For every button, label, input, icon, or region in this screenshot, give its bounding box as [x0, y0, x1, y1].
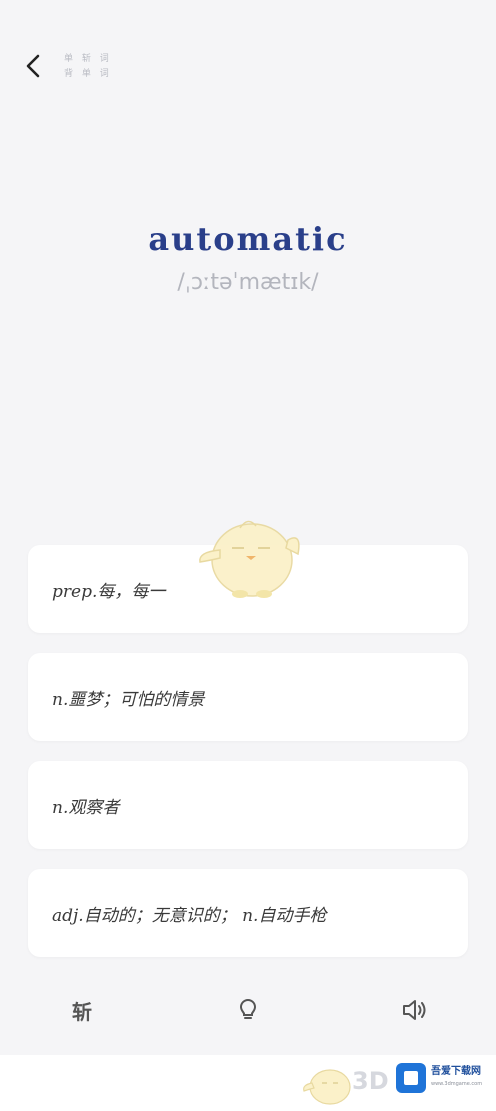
chevron-left-icon — [26, 54, 40, 78]
sound-button[interactable] — [389, 985, 439, 1035]
option-card-3[interactable]: n.观察者 — [28, 761, 468, 849]
watermark-logo-icon — [396, 1063, 426, 1093]
footer-mascot-icon — [303, 1069, 351, 1105]
option-card-4[interactable]: adj.自动的；无意识的； n.自动手枪 — [28, 869, 468, 957]
header-label-1: 单 斩 词 — [64, 54, 112, 64]
header-label-2: 背 单 词 — [64, 69, 112, 79]
option-label: n.噩梦；可怕的情景 — [52, 689, 205, 710]
option-label: n.观察者 — [52, 797, 120, 818]
speaker-icon — [403, 1000, 426, 1020]
mascot-chick-icon — [199, 520, 300, 598]
word-title: automatic — [148, 220, 348, 258]
option-label: prep.每，每一 — [52, 581, 166, 602]
hint-button[interactable] — [223, 985, 273, 1035]
back-button[interactable] — [18, 50, 50, 82]
watermark-text: 吾爱下载网 www.3dmgame.com — [431, 1066, 482, 1090]
word-phonetic: /ˌɔːtəˈmætɪk/ — [177, 270, 319, 295]
slash-label: 斩 — [72, 999, 92, 1024]
watermark: 吾爱下载网 www.3dmgame.com — [396, 1063, 494, 1093]
header-labels: 单 斩 词 背 单 词 — [64, 52, 112, 82]
watermark-title: 吾爱下载网 — [431, 1066, 481, 1077]
footer-3d-text: 3D — [352, 1067, 389, 1095]
option-card-2[interactable]: n.噩梦；可怕的情景 — [28, 653, 468, 741]
watermark-sub: www.3dmgame.com — [431, 1081, 483, 1087]
slash-button[interactable]: 斩 — [57, 985, 107, 1035]
option-label: adj.自动的；无意识的； n.自动手枪 — [52, 905, 327, 926]
top-bar: 单 斩 词 背 单 词 — [0, 0, 496, 140]
footer: 3D 吾爱下载网 www.3dmgame.com — [0, 1055, 496, 1111]
bottom-toolbar: 斩 — [0, 975, 496, 1045]
lightbulb-icon — [239, 998, 257, 1019]
word-area: automatic /ˌɔːtəˈmætɪk/ — [0, 220, 496, 295]
